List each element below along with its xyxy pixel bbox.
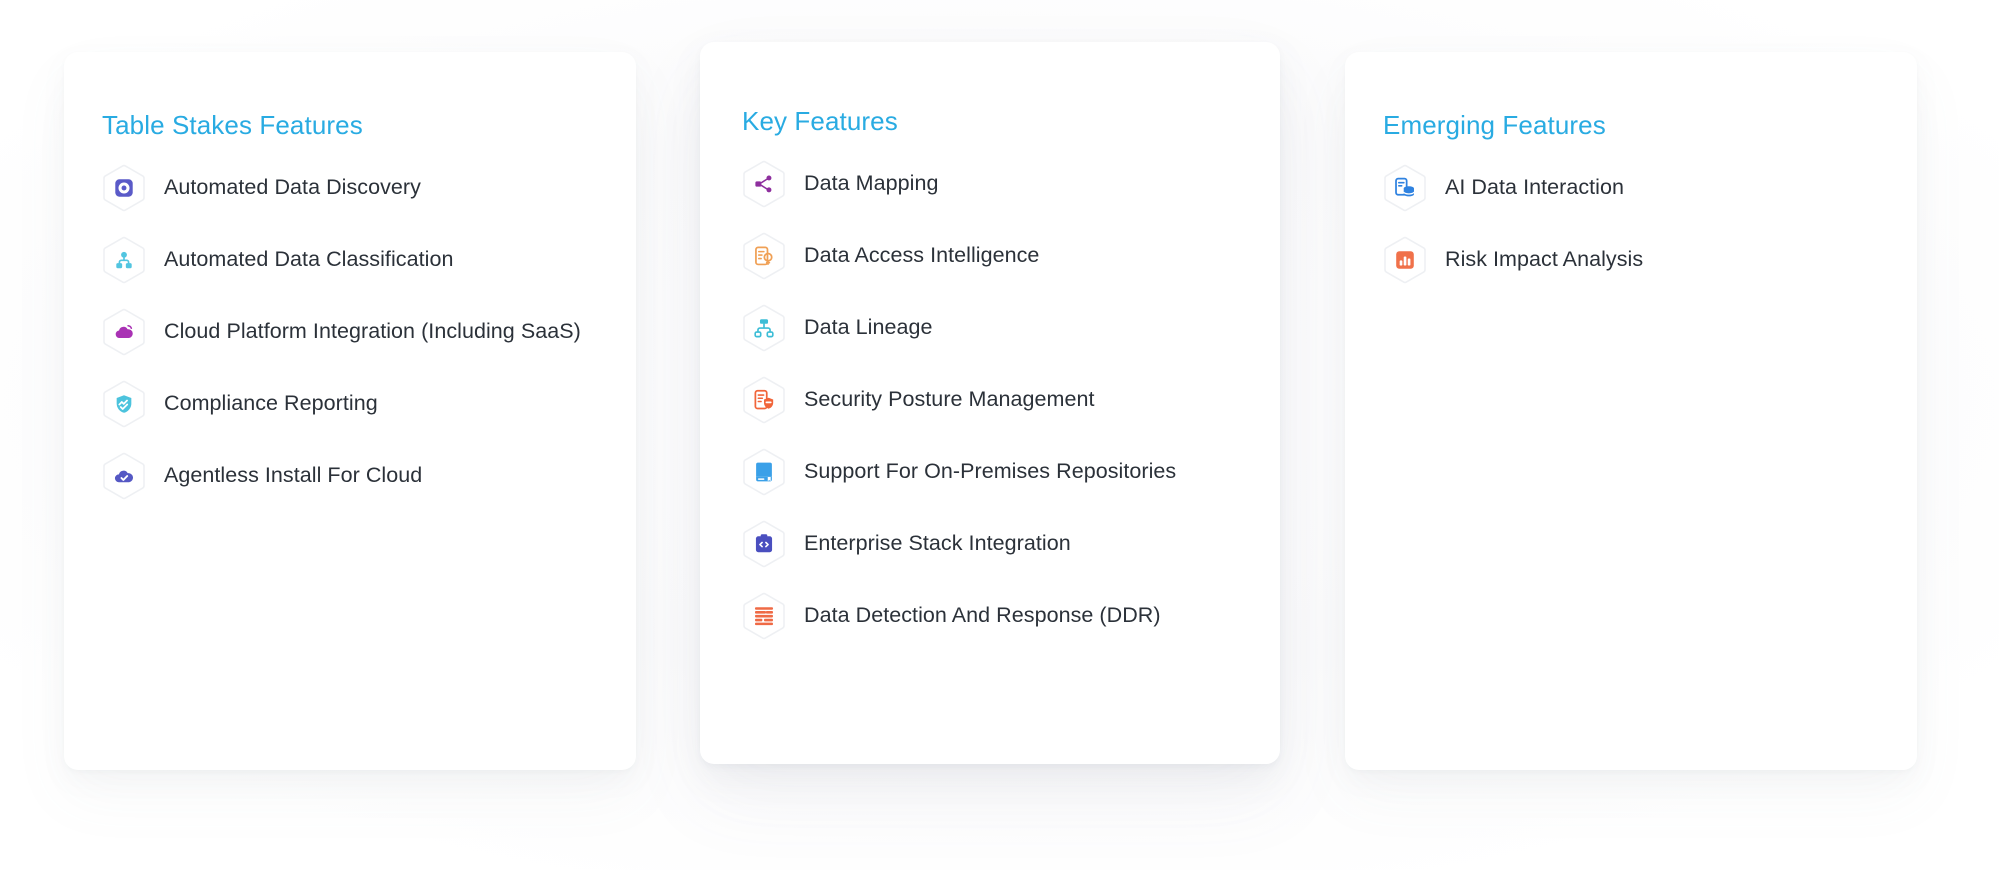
compliance-shield-icon-glyph xyxy=(113,393,135,415)
risk-analysis-icon xyxy=(1383,236,1427,284)
feature-item[interactable]: Data Access Intelligence xyxy=(742,232,1240,280)
card-title-table-stakes: Table Stakes Features xyxy=(102,109,363,140)
access-intelligence-icon xyxy=(742,232,786,280)
feature-item-label: Risk Impact Analysis xyxy=(1445,247,1644,271)
data-lineage-icon xyxy=(742,304,786,352)
card-title-emerging-features: Emerging Features xyxy=(1383,109,1606,140)
ddr-icon xyxy=(742,592,786,640)
data-mapping-icon xyxy=(742,160,786,208)
on-premises-icon-glyph xyxy=(753,461,775,483)
feature-item-label: Data Mapping xyxy=(804,171,939,195)
agentless-cloud-icon-glyph xyxy=(113,465,135,487)
ai-interaction-icon-glyph xyxy=(1394,177,1416,199)
data-mapping-icon-glyph xyxy=(753,173,775,195)
feature-item[interactable]: Agentless Install For Cloud xyxy=(102,452,596,500)
feature-item-label: Data Lineage xyxy=(804,315,933,339)
feature-item-label: Data Access Intelligence xyxy=(804,243,1040,267)
feature-list-table-stakes: Automated Data Discovery Automated Data C… xyxy=(64,164,636,500)
feature-item-label: Agentless Install For Cloud xyxy=(164,463,423,487)
feature-list-key-features: Data Mapping Data Access Intelligence Data… xyxy=(700,160,1280,640)
feature-item[interactable]: AI Data Interaction xyxy=(1383,164,1877,212)
data-lineage-icon-glyph xyxy=(753,317,775,339)
feature-item-label: Automated Data Classification xyxy=(164,247,454,271)
data-classification-icon xyxy=(102,236,146,284)
feature-item-label: Compliance Reporting xyxy=(164,391,378,415)
feature-card-emerging-features: Emerging Features AI Data Interaction Ris… xyxy=(1345,52,1917,770)
data-discovery-icon-glyph xyxy=(113,177,135,199)
data-discovery-icon xyxy=(102,164,146,212)
card-title-key-features: Key Features xyxy=(742,105,898,136)
security-posture-icon-glyph xyxy=(753,389,775,411)
agentless-cloud-icon xyxy=(102,452,146,500)
feature-item[interactable]: Automated Data Discovery xyxy=(102,164,596,212)
ddr-icon-glyph xyxy=(753,605,775,627)
feature-item[interactable]: Security Posture Management xyxy=(742,376,1240,424)
feature-item-label: Security Posture Management xyxy=(804,387,1095,411)
feature-item[interactable]: Automated Data Classification xyxy=(102,236,596,284)
cloud-platform-icon xyxy=(102,308,146,356)
risk-analysis-icon-glyph xyxy=(1394,249,1416,271)
feature-item-label: Support For On-Premises Repositories xyxy=(804,459,1177,483)
feature-item-label: Cloud Platform Integration (Including Sa… xyxy=(164,319,581,343)
feature-item[interactable]: Enterprise Stack Integration xyxy=(742,520,1240,568)
feature-item[interactable]: Data Detection And Response (DDR) xyxy=(742,592,1240,640)
feature-item[interactable]: Support For On-Premises Repositories xyxy=(742,448,1240,496)
cloud-platform-icon-glyph xyxy=(113,321,135,343)
ai-interaction-icon xyxy=(1383,164,1427,212)
stack-integration-icon xyxy=(742,520,786,568)
feature-item-label: Enterprise Stack Integration xyxy=(804,531,1071,555)
compliance-shield-icon xyxy=(102,380,146,428)
feature-item[interactable]: Data Lineage xyxy=(742,304,1240,352)
feature-item[interactable]: Compliance Reporting xyxy=(102,380,596,428)
feature-item[interactable]: Data Mapping xyxy=(742,160,1240,208)
feature-item-label: Automated Data Discovery xyxy=(164,175,421,199)
on-premises-icon xyxy=(742,448,786,496)
feature-item-label: AI Data Interaction xyxy=(1445,175,1625,199)
feature-item-label: Data Detection And Response (DDR) xyxy=(804,603,1161,627)
security-posture-icon xyxy=(742,376,786,424)
data-classification-icon-glyph xyxy=(113,249,135,271)
access-intelligence-icon-glyph xyxy=(753,245,775,267)
feature-item[interactable]: Cloud Platform Integration (Including Sa… xyxy=(102,308,596,356)
feature-card-table-stakes: Table Stakes Features Automated Data Dis… xyxy=(64,52,636,770)
feature-columns-board: Table Stakes Features Automated Data Dis… xyxy=(0,0,1999,870)
stack-integration-icon-glyph xyxy=(753,533,775,555)
feature-item[interactable]: Risk Impact Analysis xyxy=(1383,236,1877,284)
feature-list-emerging-features: AI Data Interaction Risk Impact Analysis xyxy=(1345,164,1917,284)
feature-card-key-features: Key Features Data Mapping Data Access Int… xyxy=(700,42,1280,764)
